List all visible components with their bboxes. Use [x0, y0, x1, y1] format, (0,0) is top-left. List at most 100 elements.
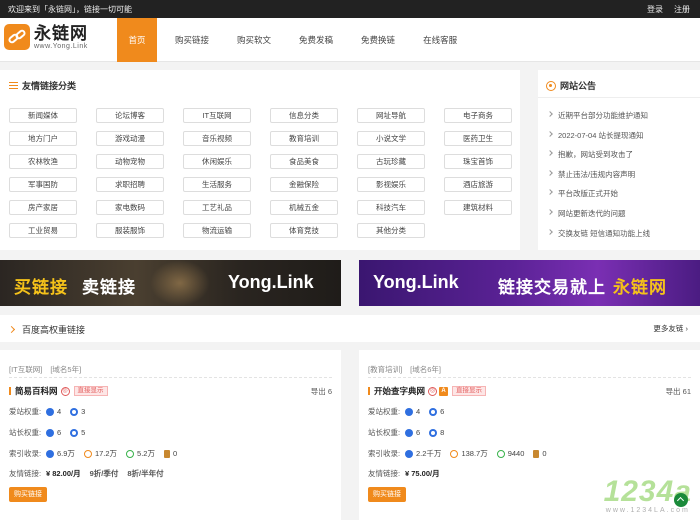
category-button[interactable]: 工艺礼品	[183, 200, 251, 215]
row-label: 索引收录:	[9, 449, 42, 458]
buy-link-button[interactable]: 购买链接	[368, 487, 406, 502]
category-button[interactable]: 其他分类	[357, 223, 425, 238]
baidu-mobile-icon	[429, 428, 438, 437]
banner-buy-sell[interactable]: 买链接 卖链接 Yong.Link	[0, 260, 341, 306]
row-label: 站长权重:	[368, 428, 401, 437]
more-links-link[interactable]: 更多友链 ›	[653, 323, 688, 334]
domain-age-tag: [域名6年]	[410, 365, 442, 374]
category-tag[interactable]: [IT互联网]	[9, 364, 42, 375]
category-button[interactable]: 信息分类	[270, 108, 338, 123]
category-button[interactable]: 酒店旅游	[444, 177, 512, 192]
register-link[interactable]: 注册	[674, 4, 690, 15]
watermark-sub: www.1234LA.com	[605, 507, 690, 514]
category-button[interactable]: IT互联网	[183, 108, 251, 123]
category-button[interactable]: 医药卫生	[444, 131, 512, 146]
category-button[interactable]: 农林牧渔	[9, 154, 77, 169]
chevron-right-icon	[547, 169, 553, 176]
category-button[interactable]: 机械五金	[270, 200, 338, 215]
auth-links: 登录 注册	[647, 4, 690, 15]
banner-slogan-text: 链接交易就上	[498, 278, 606, 297]
card-tags: [IT互联网] [域名5年]	[9, 364, 81, 375]
aizhan-weight-row: 爱站权重: 4 3	[9, 406, 94, 417]
category-tag[interactable]: [教育培训]	[368, 364, 402, 375]
site-name-link[interactable]: 简易百科网 ◎ 直接显示	[9, 385, 108, 397]
weight-mobile: 8	[440, 428, 445, 437]
banner-trade[interactable]: Yong.Link 链接交易就上 永链网	[359, 260, 700, 306]
nav-home[interactable]: 首页	[117, 18, 157, 62]
buy-link-button[interactable]: 购买链接	[9, 487, 47, 502]
nav-online-support[interactable]: 在线客服	[413, 18, 467, 62]
category-button[interactable]: 体育竞技	[270, 223, 338, 238]
category-grid: 新闻媒体 论坛博客 IT互联网 信息分类 网址导航 电子商务地方门户 游戏动漫 音乐视频 教育培…	[9, 108, 512, 238]
category-button[interactable]: 音乐视频	[183, 131, 251, 146]
row-label: 友情链接:	[368, 469, 401, 478]
notice-item-text: 交换友链 短信通知功能上线	[558, 228, 651, 238]
notice-item[interactable]: 平台改版正式开始	[547, 188, 650, 208]
weight-mobile: 5	[81, 428, 86, 437]
category-button[interactable]: 影视娱乐	[357, 177, 425, 192]
category-button[interactable]: 建筑材料	[444, 200, 512, 215]
category-button[interactable]: 科技汽车	[357, 200, 425, 215]
site-name-link[interactable]: 开始查字典网 ◎ A 直接显示	[368, 385, 487, 397]
notice-item[interactable]: 网站更新迭代的问题	[547, 208, 650, 228]
back-to-top-icon[interactable]	[674, 493, 688, 507]
category-button[interactable]: 休闲娱乐	[183, 154, 251, 169]
notice-item-text: 网站更新迭代的问题	[558, 208, 626, 218]
chevron-right-icon	[7, 325, 16, 334]
halfyear-discount: 8折/半年付	[127, 469, 164, 478]
nav-buy-articles[interactable]: 购买软文	[227, 18, 281, 62]
banner-sell-text: 卖链接	[82, 278, 136, 297]
nav-buy-links[interactable]: 购买链接	[165, 18, 219, 62]
notice-item[interactable]: 抱歉，网站受到攻击了	[547, 149, 650, 169]
index-360: 138.7万	[461, 449, 488, 458]
category-button[interactable]: 军事国防	[9, 177, 77, 192]
nav-free-publish[interactable]: 免费发稿	[289, 18, 343, 62]
weight-pc: 4	[57, 407, 62, 416]
accent-bar	[368, 387, 370, 395]
notice-panel-title: 网站公告	[546, 79, 596, 92]
section-title-text: 百度高权重链接	[22, 325, 86, 335]
notice-item[interactable]: 禁止违法/违规内容声明	[547, 169, 650, 189]
category-button[interactable]: 求职招聘	[96, 177, 164, 192]
category-button[interactable]: 动物宠物	[96, 154, 164, 169]
category-button[interactable]: 生活服务	[183, 177, 251, 192]
row-label: 友情链接:	[9, 469, 42, 478]
category-button[interactable]: 物流运输	[183, 223, 251, 238]
divider	[9, 377, 332, 378]
category-button[interactable]: 金融保险	[270, 177, 338, 192]
announcement-icon	[546, 80, 556, 91]
notice-item-text: 抱歉，网站受到攻击了	[558, 150, 633, 160]
row-label: 爱站权重:	[368, 407, 401, 416]
index-shenma: 0	[172, 449, 178, 458]
chevron-right-icon	[547, 209, 553, 215]
weight-pc: 6	[57, 428, 62, 437]
category-button[interactable]: 古玩珍藏	[357, 154, 425, 169]
category-panel-title: 友情链接分类	[9, 79, 76, 92]
notice-item[interactable]: 交换友链 短信通知功能上线	[547, 228, 651, 248]
category-button[interactable]: 游戏动漫	[96, 131, 164, 146]
site-logo[interactable]: 永链网 www.Yong.Link	[4, 24, 88, 50]
category-button[interactable]: 服装服饰	[96, 223, 164, 238]
logo-domain: www.Yong.Link	[34, 42, 88, 50]
category-button[interactable]: 食品美食	[270, 154, 338, 169]
login-link[interactable]: 登录	[647, 4, 663, 15]
category-button[interactable]: 新闻媒体	[9, 108, 77, 123]
category-button[interactable]: 网址导航	[357, 108, 425, 123]
nav-free-exchange[interactable]: 免费换链	[351, 18, 405, 62]
category-button[interactable]: 小说文学	[357, 131, 425, 146]
baidu-mobile-icon	[429, 407, 438, 416]
category-button[interactable]: 电子商务	[444, 108, 512, 123]
category-button[interactable]: 珠宝首饰	[444, 154, 512, 169]
notice-item[interactable]: 2022-07-04 站长提现通知	[547, 130, 650, 150]
index-shenma: 0	[542, 449, 547, 458]
outbound-count: 导出 61	[665, 387, 691, 396]
category-button[interactable]: 论坛博客	[96, 108, 164, 123]
category-button[interactable]: 家电数码	[96, 200, 164, 215]
category-button[interactable]: 房产家居	[9, 200, 77, 215]
chevron-right-icon	[547, 150, 553, 157]
accent-bar	[9, 387, 11, 395]
category-button[interactable]: 地方门户	[9, 131, 77, 146]
notice-item[interactable]: 近期平台部分功能维护通知	[547, 110, 650, 130]
category-button[interactable]: 工业贸易	[9, 223, 77, 238]
category-button[interactable]: 教育培训	[270, 131, 338, 146]
